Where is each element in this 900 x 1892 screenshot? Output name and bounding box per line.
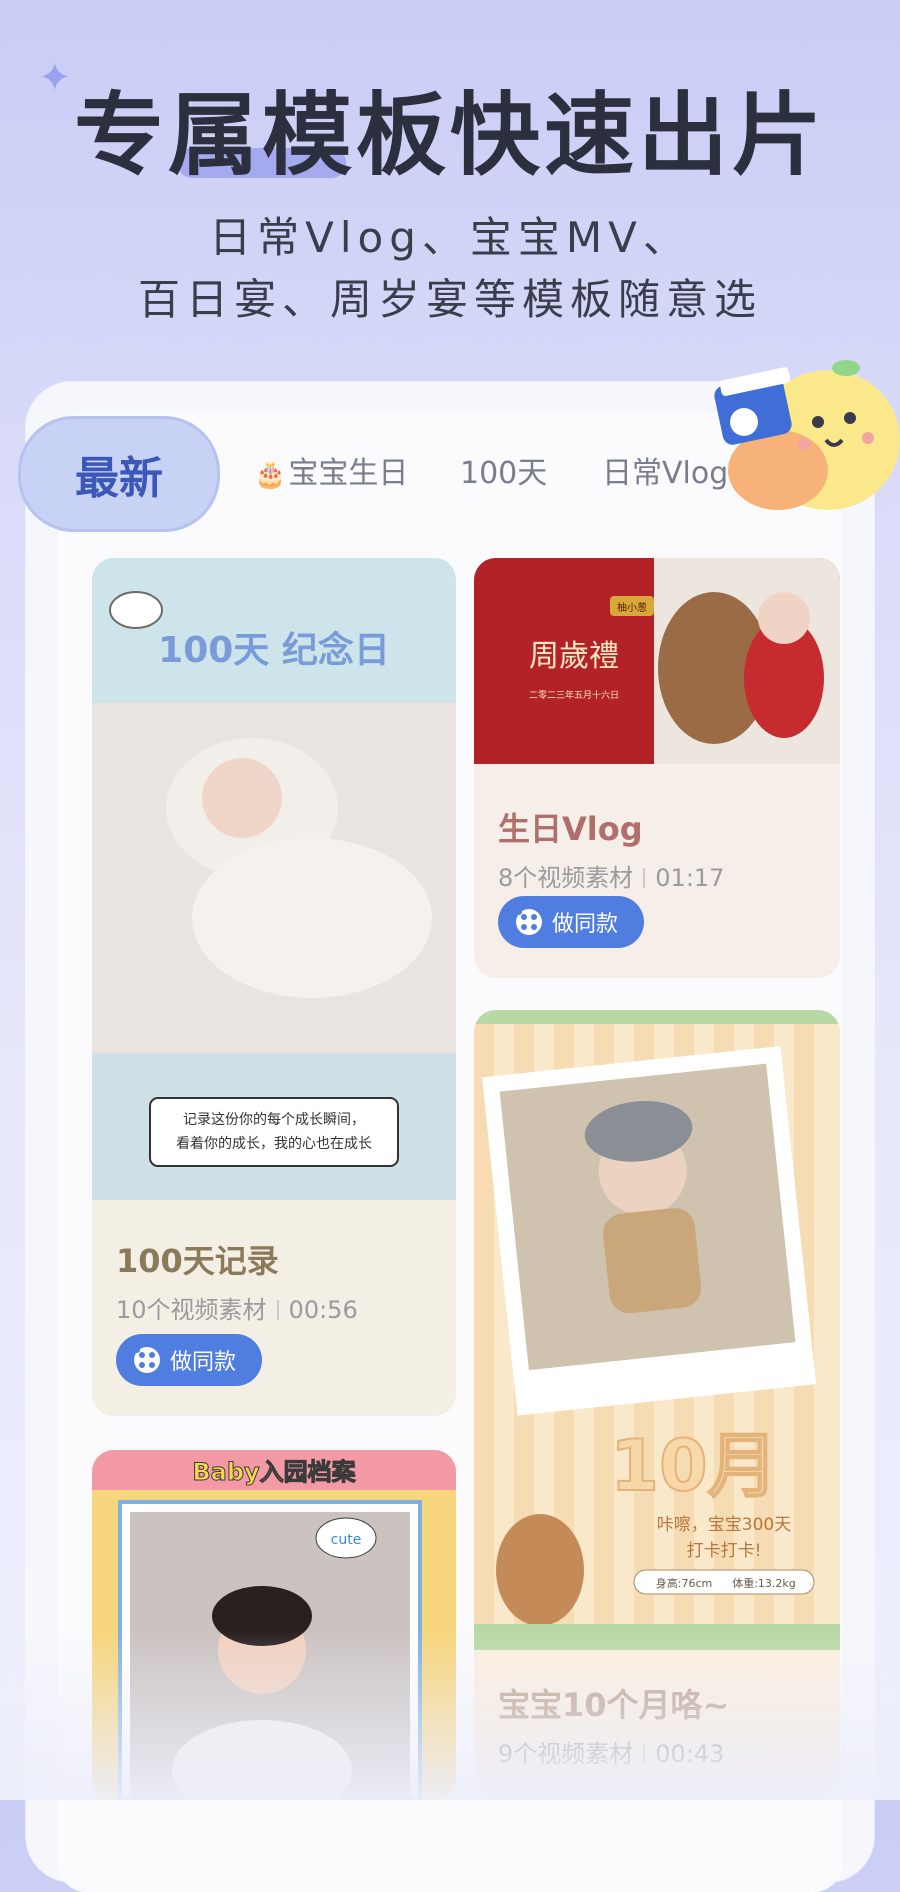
thumb-stamp: 柚小葱	[617, 601, 647, 614]
cake-icon: 🎂	[254, 460, 287, 490]
template-thumbnail: 10月 咔嚓，宝宝300天 打卡打卡! 身高:76cm 体重:13.2kg	[474, 1010, 840, 1650]
template-card[interactable]: 100天 纪念日 记录这份你的每个成长瞬间， 看着你的成长，我的心也在成长 10…	[92, 558, 456, 1416]
thumb-title: 周歲禮	[529, 639, 619, 674]
template-thumbnail: 100天 纪念日 记录这份你的每个成长瞬间， 看着你的成长，我的心也在成长	[92, 558, 456, 1200]
duration: 00:43	[655, 1740, 725, 1768]
template-thumbnail: 柚小葱 周歲禮 二零二三年五月十六日	[474, 558, 840, 764]
thumb-caption-1: 咔嚓，宝宝300天	[657, 1515, 791, 1535]
thumb-height: 身高:76cm	[656, 1576, 712, 1590]
meta-divider	[643, 1744, 646, 1764]
thumb-big-number: 10月	[610, 1425, 777, 1507]
tab-baby-birthday[interactable]: 🎂宝宝生日	[254, 448, 408, 492]
card-meta: 10个视频素材 00:56	[116, 1290, 358, 1325]
card-meta: 8个视频素材 01:17	[498, 858, 724, 893]
make-same-button[interactable]: 做同款	[498, 896, 645, 948]
thumb-weight: 体重:13.2kg	[732, 1576, 796, 1590]
mascot-illustration	[714, 360, 900, 510]
thumb-bubble: cute	[331, 1532, 362, 1548]
thumb-caption-1: 记录这份你的每个成长瞬间，	[183, 1111, 365, 1128]
tab-100-days[interactable]: 100天	[460, 448, 547, 492]
template-card[interactable]: 柚小葱 周歲禮 二零二三年五月十六日 生日Vlog 8个视频素材 01:17 做同…	[474, 558, 840, 978]
template-card[interactable]: Baby入园档案 cute	[92, 1450, 456, 1800]
tab-latest[interactable]: 最新	[18, 416, 220, 532]
clip-count: 8个视频素材	[498, 864, 634, 892]
card-title: 宝宝10个月咯~	[498, 1686, 730, 1724]
clip-count: 10个视频素材	[116, 1296, 267, 1324]
thumb-title: Baby入园档案	[192, 1458, 356, 1486]
film-reel-icon	[134, 1347, 160, 1373]
template-thumbnail: Baby入园档案 cute	[92, 1450, 456, 1800]
thumb-caption-2: 打卡打卡!	[687, 1541, 762, 1561]
thumb-date: 二零二三年五月十六日	[529, 689, 619, 701]
template-card[interactable]: 10月 咔嚓，宝宝300天 打卡打卡! 身高:76cm 体重:13.2kg 宝宝…	[474, 1010, 840, 1800]
thumb-title: 100天 纪念日	[158, 629, 390, 671]
make-same-button[interactable]: 做同款	[116, 1334, 263, 1386]
subline-1: 日常Vlog、宝宝MV、	[209, 213, 691, 262]
meta-divider	[643, 868, 646, 888]
film-reel-icon	[516, 909, 542, 935]
thumb-caption-2: 看着你的成长，我的心也在成长	[176, 1136, 372, 1152]
duration: 00:56	[288, 1296, 358, 1324]
headline: 专属模板快速出片	[74, 83, 826, 188]
card-title: 生日Vlog	[498, 810, 643, 848]
subline-2: 百日宴、周岁宴等模板随意选	[137, 275, 762, 324]
tab-daily-vlog[interactable]: 日常Vlog	[602, 448, 728, 492]
meta-divider	[276, 1300, 279, 1320]
card-meta: 9个视频素材 00:43	[498, 1734, 724, 1769]
duration: 01:17	[655, 864, 725, 892]
clip-count: 9个视频素材	[498, 1740, 634, 1768]
tab-label: 宝宝生日	[288, 456, 409, 491]
button-label: 做同款	[170, 1350, 237, 1375]
card-title: 100天记录	[116, 1242, 279, 1280]
button-label: 做同款	[552, 912, 619, 937]
